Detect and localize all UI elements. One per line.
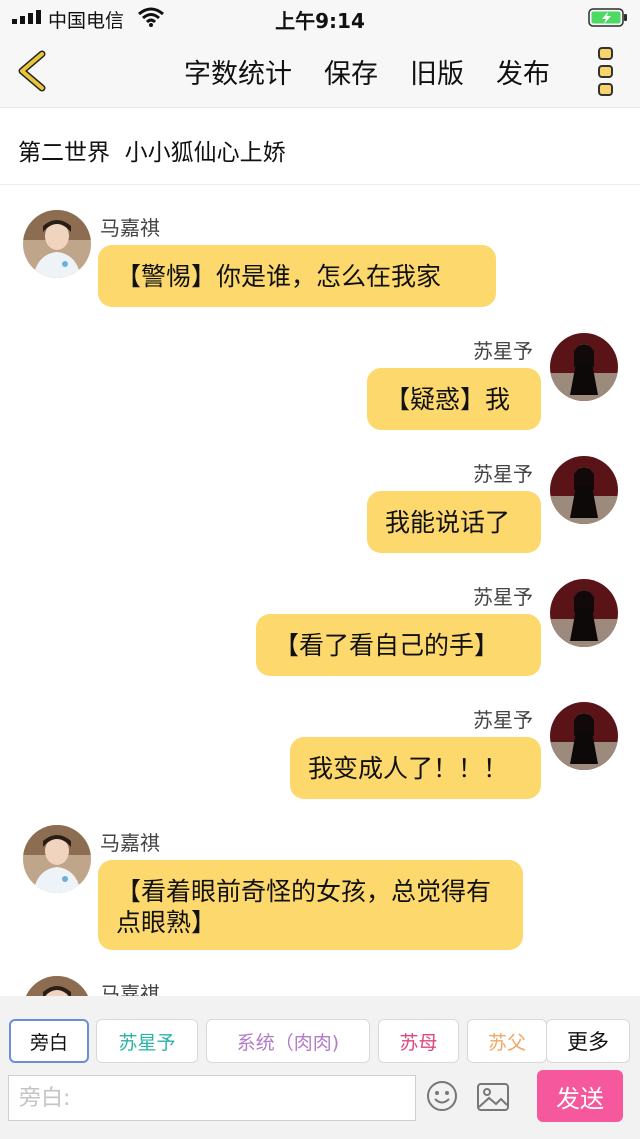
message-input[interactable] <box>8 1075 416 1121</box>
role-tab-narration[interactable]: 旁白 <box>9 1019 89 1063</box>
speaker-name: 苏星予 <box>473 462 533 486</box>
avatar-suxingyu[interactable] <box>550 333 618 401</box>
message-bubble[interactable]: 我变成人了！！！ <box>290 737 541 799</box>
clock: 上午9:14 <box>275 9 365 33</box>
chat-area[interactable]: 马嘉祺 【警惕】你是谁，怎么在我家 苏星予 【疑惑】我 苏星予 我能说话了 苏星… <box>0 186 640 996</box>
role-tab-more[interactable]: 更多 <box>546 1019 630 1063</box>
avatar-suxingyu[interactable] <box>550 702 618 770</box>
speaker-name: 马嘉祺 <box>100 831 160 855</box>
avatar-majiaqi[interactable] <box>23 976 91 996</box>
status-bar: 中国电信 上午9:14 <box>0 0 640 34</box>
avatar-suxingyu[interactable] <box>550 579 618 647</box>
old-version-button[interactable]: 旧版 <box>410 52 464 91</box>
emoji-icon[interactable] <box>426 1080 458 1112</box>
speaker-name: 马嘉祺 <box>100 982 160 996</box>
role-tab-sufu[interactable]: 苏父 <box>467 1019 547 1063</box>
battery-charging-icon <box>588 8 627 27</box>
role-tab-system[interactable]: 系统（肉肉) <box>206 1019 370 1063</box>
back-arrow-icon[interactable] <box>12 48 52 94</box>
message-bubble[interactable]: 【疑惑】我 <box>367 368 541 430</box>
message-bubble[interactable]: 【看着眼前奇怪的女孩，总觉得有点眼熟】 <box>98 860 523 950</box>
speaker-name: 苏星予 <box>473 339 533 363</box>
word-count-button[interactable]: 字数统计 <box>184 52 292 91</box>
speaker-name: 苏星予 <box>473 708 533 732</box>
avatar-majiaqi[interactable] <box>23 825 91 893</box>
publish-button[interactable]: 发布 <box>496 52 550 91</box>
more-options-icon[interactable] <box>593 46 619 98</box>
send-button[interactable]: 发送 <box>537 1070 623 1122</box>
message-bubble[interactable]: 【警惕】你是谁，怎么在我家 <box>98 245 496 307</box>
role-tab-suxingyu[interactable]: 苏星予 <box>96 1019 198 1063</box>
avatar-majiaqi[interactable] <box>23 210 91 278</box>
top-nav-bar: 字数统计 保存 旧版 发布 <box>0 34 640 108</box>
compose-panel: 旁白 苏星予 系统（肉肉) 苏母 苏父 更多 发送 <box>0 996 640 1139</box>
image-icon[interactable] <box>476 1082 510 1112</box>
save-button[interactable]: 保存 <box>324 52 378 91</box>
story-title-row: 第二世界 小小狐仙心上娇 <box>0 109 640 185</box>
role-tab-sumu[interactable]: 苏母 <box>378 1019 459 1063</box>
message-bubble[interactable]: 【看了看自己的手】 <box>256 614 541 676</box>
message-bubble[interactable]: 我能说话了 <box>367 491 541 553</box>
avatar-suxingyu[interactable] <box>550 456 618 524</box>
speaker-name: 马嘉祺 <box>100 216 160 240</box>
story-title: 第二世界 小小狐仙心上娇 <box>18 140 286 166</box>
speaker-name: 苏星予 <box>473 585 533 609</box>
